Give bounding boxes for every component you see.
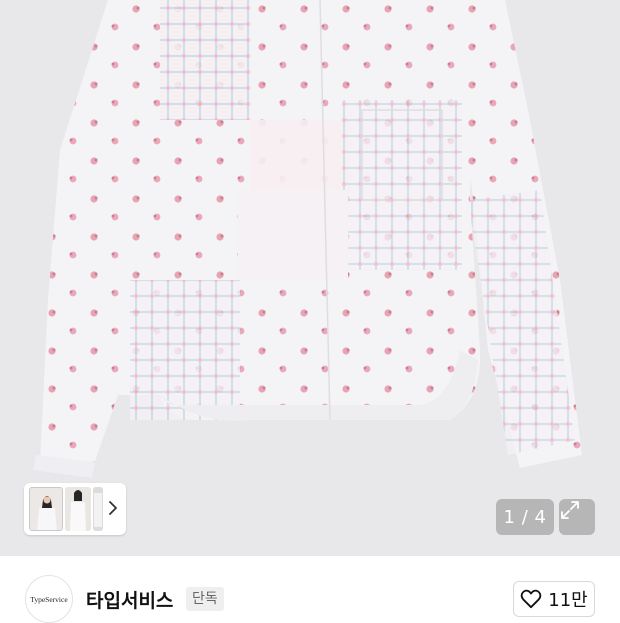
thumbnail-strip[interactable] [24, 483, 126, 535]
brand-name[interactable]: 타입서비스 [86, 586, 173, 613]
brand-logo[interactable]: TypeService [25, 575, 73, 623]
model-side-thumb-icon [65, 487, 91, 531]
product-photo-shirt [33, 0, 582, 478]
garment-thumb-icon [93, 487, 103, 531]
chevron-right-icon[interactable] [106, 497, 120, 519]
expand-button[interactable] [559, 499, 595, 535]
thumbnail-image-2[interactable] [65, 487, 91, 531]
model-front-thumb-icon [30, 488, 62, 530]
thumbnail-image-3[interactable] [93, 487, 103, 531]
exclusive-badge: 단독 [186, 587, 224, 611]
image-counter: 1 / 4 [496, 499, 554, 535]
heart-outline-icon [520, 589, 542, 609]
thumbnail-image-1[interactable] [29, 487, 63, 531]
expand-icon [561, 501, 579, 519]
like-button[interactable]: 11만 [513, 581, 595, 617]
like-count: 11만 [548, 590, 588, 611]
brand-logo-text: TypeService [30, 594, 68, 604]
product-image-gallery[interactable]: 1 / 4 [0, 0, 620, 556]
